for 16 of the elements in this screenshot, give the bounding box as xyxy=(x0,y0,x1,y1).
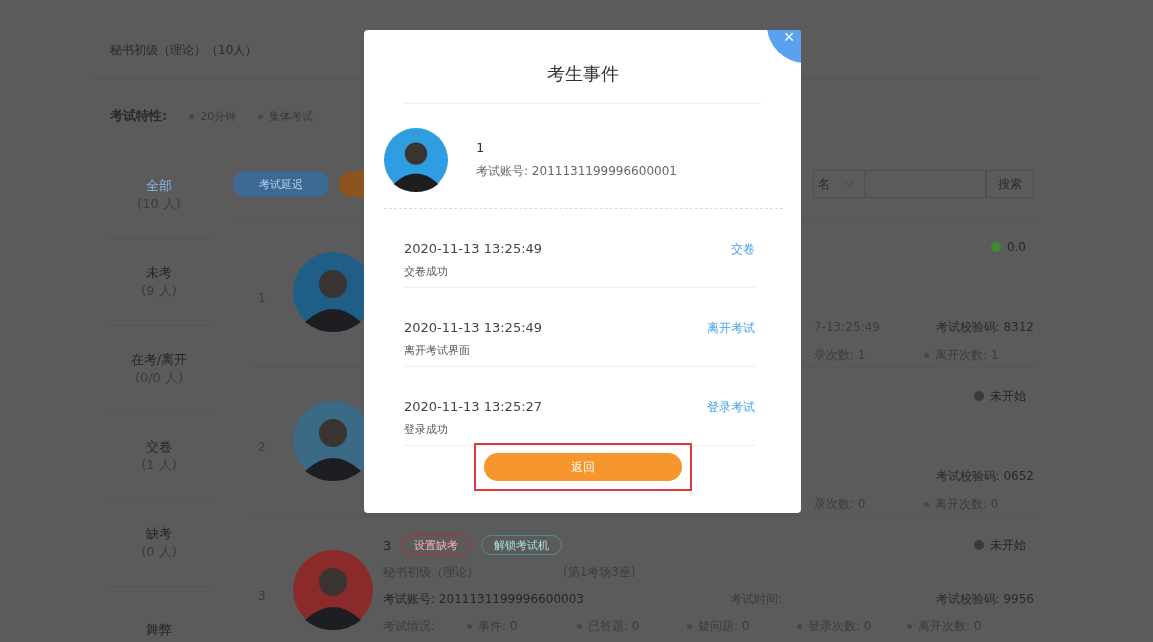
event-time: 2020-11-13 13:25:49 xyxy=(404,320,543,335)
event-description: 登录成功 xyxy=(404,422,449,437)
event-description: 离开考试界面 xyxy=(404,343,471,358)
event-time: 2020-11-13 13:25:27 xyxy=(404,399,543,414)
delay-button[interactable]: 考试延迟 xyxy=(233,171,329,197)
event-time: 2020-11-13 13:25:49 xyxy=(404,241,543,256)
student-name: 1 xyxy=(476,140,486,155)
close-button[interactable]: × xyxy=(767,30,801,63)
account-text: 考试账号: 2011131199996600001 xyxy=(476,163,677,180)
event-type-link[interactable]: 登录考试 xyxy=(707,399,755,429)
event-description: 交卷成功 xyxy=(404,264,449,279)
back-button[interactable]: 返回 xyxy=(483,453,682,481)
photo-placeholder xyxy=(384,128,448,192)
dialog-title: 考生事件 xyxy=(546,63,619,84)
event-type-link[interactable]: 交卷 xyxy=(731,241,755,271)
event-type-link[interactable]: 离开考试 xyxy=(707,320,755,350)
